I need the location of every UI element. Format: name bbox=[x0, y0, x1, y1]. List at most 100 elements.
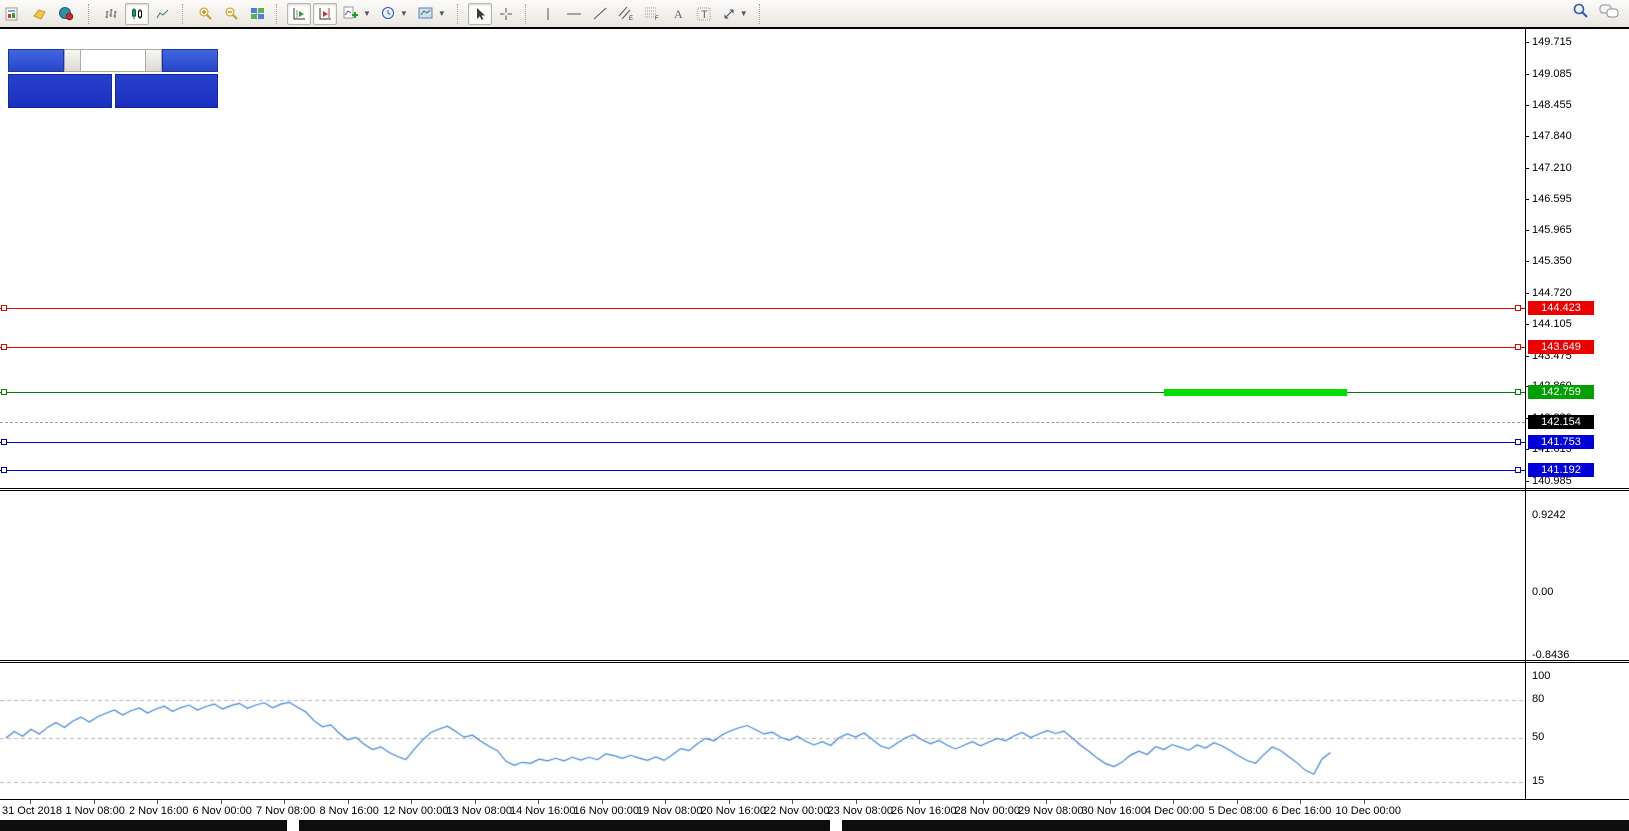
toolbar-separator bbox=[759, 4, 765, 24]
time-tick bbox=[919, 800, 920, 804]
volume-decrease-button[interactable] bbox=[64, 49, 81, 72]
price-tick-label: 144.105 bbox=[1532, 318, 1572, 330]
dropdown-arrow-icon: ▼ bbox=[740, 9, 748, 18]
pivot-highlight-segment[interactable] bbox=[1164, 389, 1347, 396]
line-handle[interactable] bbox=[1515, 344, 1521, 350]
price-tick-label: 144.720 bbox=[1532, 287, 1572, 299]
time-tick bbox=[157, 800, 158, 804]
chat-icon[interactable] bbox=[1599, 3, 1619, 19]
time-tick bbox=[856, 800, 857, 804]
channel-tool-button[interactable]: E bbox=[614, 3, 638, 25]
buy-button[interactable] bbox=[162, 49, 218, 72]
chart-canvas[interactable] bbox=[0, 29, 1525, 820]
auto-scroll-button[interactable] bbox=[287, 3, 311, 25]
text-label-icon: T bbox=[697, 7, 711, 21]
horizontal-level-line[interactable] bbox=[0, 308, 1525, 309]
pane-separator bbox=[0, 490, 1629, 491]
time-tick bbox=[1300, 800, 1301, 804]
line-handle[interactable] bbox=[1, 389, 7, 395]
vertical-line-tool-button[interactable] bbox=[536, 3, 560, 25]
price-level-badge[interactable]: 141.753 bbox=[1528, 435, 1594, 449]
horizontal-level-line[interactable] bbox=[0, 470, 1525, 471]
candlestick-chart-button[interactable] bbox=[125, 3, 149, 25]
price-level-badge[interactable]: 142.154 bbox=[1528, 415, 1594, 429]
bar-chart-icon bbox=[104, 7, 118, 21]
line-handle[interactable] bbox=[1, 344, 7, 350]
time-tick bbox=[602, 800, 603, 804]
chart-window: 149.715149.085148.455147.840147.210146.5… bbox=[0, 29, 1629, 831]
time-tick bbox=[1046, 800, 1047, 804]
rsi-axis-label: 80 bbox=[1532, 693, 1544, 705]
price-tick bbox=[1525, 42, 1529, 43]
sell-price[interactable] bbox=[8, 74, 112, 108]
chart-shift-icon bbox=[318, 7, 333, 21]
trendline-tool-button[interactable] bbox=[588, 3, 612, 25]
price-level-badge[interactable]: 141.192 bbox=[1528, 463, 1594, 477]
horizontal-line-tool-button[interactable] bbox=[562, 3, 586, 25]
horizontal-level-line[interactable] bbox=[0, 347, 1525, 348]
arrows-icon bbox=[722, 7, 736, 21]
price-tick-label: 145.350 bbox=[1532, 255, 1572, 267]
buy-price[interactable] bbox=[115, 74, 219, 108]
price-tick bbox=[1525, 324, 1529, 325]
rsi-axis-label: 100 bbox=[1532, 670, 1550, 682]
fibonacci-tool-button[interactable]: F bbox=[640, 3, 664, 25]
chart-shift-button[interactable] bbox=[313, 3, 337, 25]
price-tick bbox=[1525, 481, 1529, 482]
time-label: 29 Nov 08:00 bbox=[1018, 805, 1083, 817]
cursor-button[interactable] bbox=[468, 3, 492, 25]
toolbar-separator bbox=[88, 4, 94, 24]
text-label-tool-button[interactable]: T bbox=[692, 3, 716, 25]
line-handle[interactable] bbox=[1515, 467, 1521, 473]
crosshair-icon bbox=[499, 7, 513, 21]
volume-increase-button[interactable] bbox=[145, 49, 162, 72]
crosshair-button[interactable] bbox=[494, 3, 518, 25]
text-tool-button[interactable]: A bbox=[666, 3, 690, 25]
svg-text:T: T bbox=[701, 9, 708, 21]
horizontal-line-icon bbox=[566, 9, 582, 19]
gold-seal-button[interactable] bbox=[28, 3, 52, 25]
line-handle[interactable] bbox=[1, 439, 7, 445]
line-chart-button[interactable] bbox=[151, 3, 175, 25]
time-label: 12 Nov 00:00 bbox=[383, 805, 448, 817]
clock-icon bbox=[381, 6, 396, 21]
gold-seal-icon bbox=[32, 7, 48, 21]
tile-windows-button[interactable] bbox=[245, 3, 269, 25]
text-a-icon: A bbox=[672, 7, 684, 20]
new-order-button[interactable] bbox=[1, 3, 26, 25]
price-tick bbox=[1525, 105, 1529, 106]
line-handle[interactable] bbox=[1515, 305, 1521, 311]
search-icon[interactable] bbox=[1572, 2, 1589, 19]
tile-windows-icon bbox=[250, 7, 265, 21]
price-level-badge[interactable]: 142.759 bbox=[1528, 385, 1594, 399]
zoom-out-button[interactable] bbox=[219, 3, 243, 25]
price-tick bbox=[1525, 356, 1529, 357]
macd-axis-label: 0.9242 bbox=[1532, 509, 1566, 521]
line-handle[interactable] bbox=[1515, 439, 1521, 445]
time-axis[interactable]: 31 Oct 20181 Nov 08:002 Nov 16:006 Nov 0… bbox=[0, 799, 1629, 820]
auto-trading-button[interactable] bbox=[54, 3, 81, 25]
price-level-badge[interactable]: 143.649 bbox=[1528, 340, 1594, 354]
price-tick-label: 146.595 bbox=[1532, 193, 1572, 205]
time-label: 22 Nov 00:00 bbox=[764, 805, 829, 817]
templates-button[interactable]: ▼ bbox=[414, 3, 450, 25]
volume-input[interactable] bbox=[81, 49, 145, 72]
price-tick bbox=[1525, 230, 1529, 231]
indicators-button[interactable]: ▼ bbox=[339, 3, 375, 25]
time-tick bbox=[729, 800, 730, 804]
arrows-tool-button[interactable]: ▼ bbox=[718, 3, 752, 25]
sell-button[interactable] bbox=[8, 49, 64, 72]
periods-button[interactable]: ▼ bbox=[377, 3, 412, 25]
time-label: 10 Dec 00:00 bbox=[1336, 805, 1401, 817]
time-tick bbox=[221, 800, 222, 804]
horizontal-level-line[interactable] bbox=[0, 442, 1525, 443]
line-handle[interactable] bbox=[1, 467, 7, 473]
line-handle[interactable] bbox=[1515, 389, 1521, 395]
time-label: 2 Nov 16:00 bbox=[129, 805, 188, 817]
bar-chart-button[interactable] bbox=[99, 3, 123, 25]
time-label: 20 Nov 16:00 bbox=[701, 805, 766, 817]
line-handle[interactable] bbox=[1, 305, 7, 311]
dropdown-arrow-icon: ▼ bbox=[438, 9, 446, 18]
price-level-badge[interactable]: 144.423 bbox=[1528, 301, 1594, 315]
zoom-in-button[interactable] bbox=[193, 3, 217, 25]
